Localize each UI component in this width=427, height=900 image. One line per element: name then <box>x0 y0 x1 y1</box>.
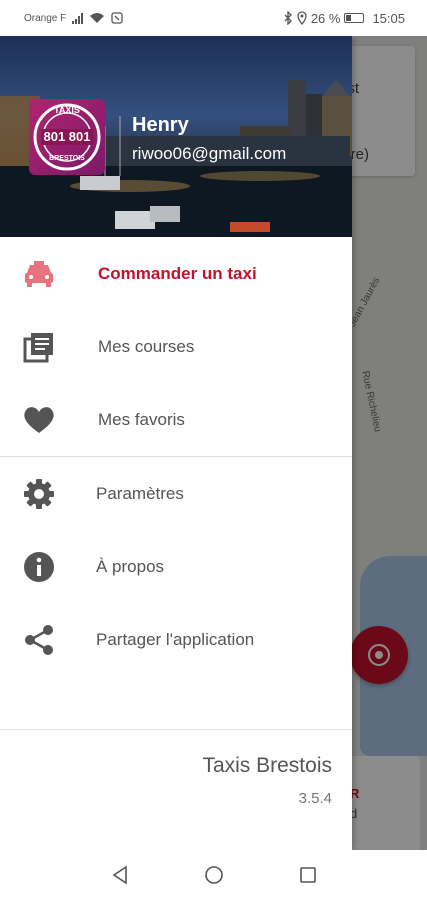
clock: 15:05 <box>372 10 405 26</box>
system-nav-bar <box>0 850 427 900</box>
menu-item-label: À propos <box>96 556 165 576</box>
app-brand: Taxis Brestois <box>202 754 332 777</box>
taxi-logo: TAXIS 801 801 BRESTOIS <box>29 99 105 175</box>
menu-item-settings[interactable]: Paramètres <box>0 457 352 530</box>
menu-item-favorites[interactable]: Mes favoris <box>0 383 352 456</box>
status-right: 26 % 15:05 <box>283 11 405 26</box>
menu-item-order-taxi[interactable]: Commander un taxi <box>0 237 352 310</box>
bluetooth-icon <box>284 11 292 25</box>
recents-button[interactable] <box>296 863 320 887</box>
menu-item-label: Mes courses <box>98 336 195 356</box>
app-version: 3.5.4 <box>298 790 332 807</box>
logo-text-bottom: BRESTOIS <box>49 155 85 162</box>
user-name: Henry <box>132 114 189 136</box>
location-icon <box>297 11 307 25</box>
user-email: riwoo06@gmail.com <box>132 144 287 163</box>
menu-item-label: Mes favoris <box>98 409 185 429</box>
status-bar: Orange F 26 % 15:05 <box>0 0 427 36</box>
navigation-drawer: TAXIS 801 801 BRESTOIS Henry riwoo06@gma… <box>0 36 352 850</box>
battery-percent: 26 % <box>310 10 341 26</box>
logo-text-top: TAXIS <box>54 105 80 115</box>
list-icon <box>22 330 56 364</box>
menu-item-label: Paramètres <box>96 483 184 503</box>
signal-icon <box>72 12 84 24</box>
drawer-footer: Taxis Brestois 3.5.4 <box>0 729 352 850</box>
battery-icon <box>344 13 365 23</box>
back-button[interactable] <box>108 863 132 887</box>
drawer-menu: Commander un taxi Mes courses Mes favori… <box>0 237 352 676</box>
taxi-icon <box>22 257 56 291</box>
heart-icon <box>22 403 56 437</box>
info-icon <box>22 550 56 584</box>
menu-item-share-app[interactable]: Partager l'application <box>0 603 352 676</box>
menu-item-label: Commander un taxi <box>98 263 257 283</box>
carrier-label: Orange F <box>24 12 67 24</box>
wifi-icon <box>90 13 105 23</box>
home-button[interactable] <box>202 863 226 887</box>
menu-item-about[interactable]: À propos <box>0 530 352 603</box>
menu-item-label: Partager l'application <box>96 629 255 649</box>
logo-number: 801 801 <box>43 129 91 144</box>
drawer-header: TAXIS 801 801 BRESTOIS Henry riwoo06@gma… <box>0 36 352 237</box>
share-icon <box>22 623 56 657</box>
menu-item-my-rides[interactable]: Mes courses <box>0 310 352 383</box>
gear-icon <box>22 477 56 511</box>
nfc-icon <box>111 12 123 24</box>
status-left: Orange F <box>24 12 123 24</box>
